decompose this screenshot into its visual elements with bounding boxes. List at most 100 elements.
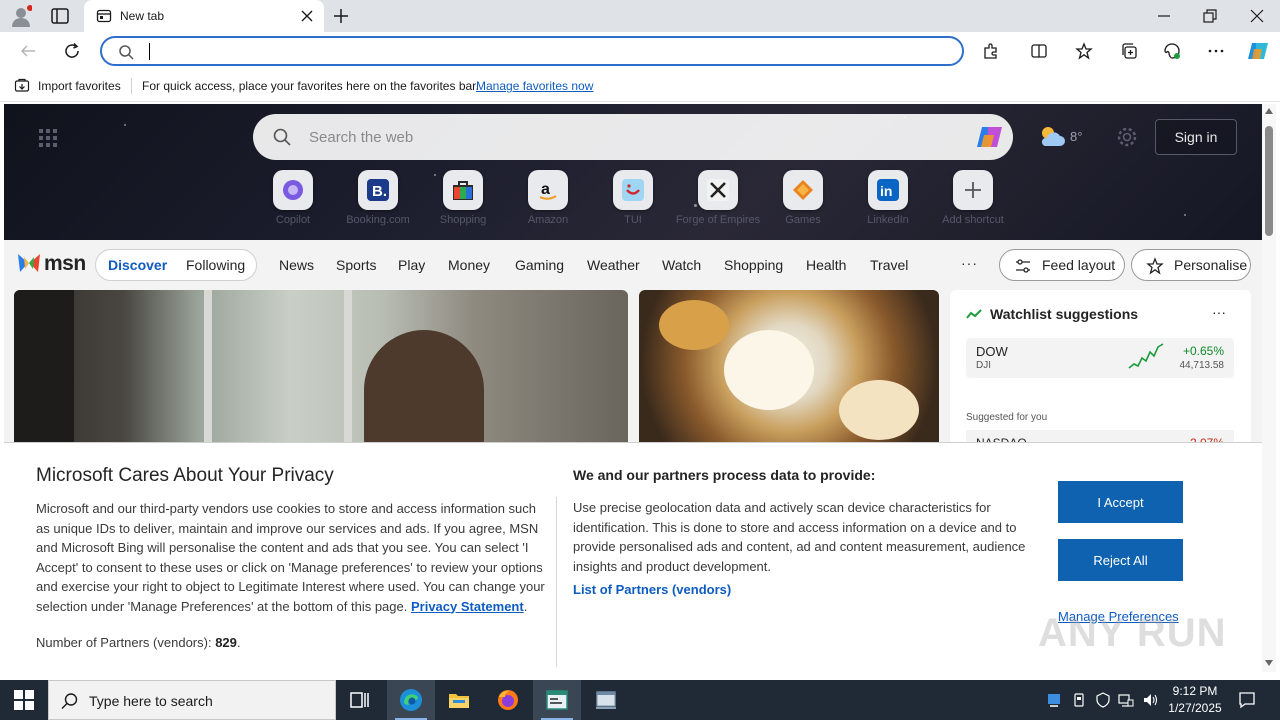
taskbar-search-placeholder: Type here to search [89, 693, 213, 709]
favorites-bar-message: For quick access, place your favorites h… [142, 79, 479, 93]
news-card-photo[interactable] [639, 290, 939, 450]
tab-discover[interactable]: Discover [108, 257, 167, 273]
refresh-icon[interactable] [63, 42, 81, 60]
privacy-statement-link[interactable]: Privacy Statement [411, 599, 524, 614]
web-search-box[interactable]: Search the web [253, 114, 1013, 160]
reject-all-button[interactable]: Reject All [1058, 539, 1183, 581]
svg-text:in: in [880, 183, 892, 199]
msn-butterfly-icon[interactable] [16, 251, 42, 275]
privacy-body: Microsoft and our third-party vendors us… [36, 501, 545, 614]
tab-actions-icon[interactable] [50, 6, 70, 26]
scroll-up-arrow-icon[interactable] [1265, 108, 1273, 114]
taskbar-window-app-2[interactable] [582, 680, 630, 720]
list-of-partners-link[interactable]: List of Partners (vendors) [573, 582, 731, 597]
category-weather[interactable]: Weather [587, 257, 640, 273]
quick-link-forge-of-empires[interactable] [698, 170, 738, 210]
security-shield-icon[interactable] [1095, 692, 1111, 708]
apps-grid-icon[interactable] [38, 128, 58, 148]
stock-change: +0.65% [1182, 344, 1224, 358]
more-categories-button[interactable]: ··· [961, 255, 978, 271]
tab-new-tab[interactable]: New tab [84, 0, 324, 32]
category-money[interactable]: Money [448, 257, 490, 273]
sign-in-button[interactable]: Sign in [1155, 119, 1237, 155]
network-display-icon[interactable] [1046, 692, 1062, 708]
taskbar-firefox[interactable] [484, 680, 532, 720]
scrollbar-thumb[interactable] [1265, 126, 1273, 236]
stock-row[interactable]: DOW DJI +0.65% 44,713.58 [966, 338, 1234, 378]
import-favorites-button[interactable]: Import favorites [38, 79, 121, 93]
sliders-icon [1016, 259, 1030, 273]
linkedin-icon: in [877, 179, 899, 201]
watchlist-more-button[interactable]: ··· [1212, 304, 1226, 320]
quick-link-shopping[interactable] [443, 170, 483, 210]
tab-following[interactable]: Following [186, 257, 245, 273]
msn-logo-text[interactable]: msn [44, 252, 86, 276]
scroll-down-arrow-icon[interactable] [1265, 660, 1273, 666]
category-play[interactable]: Play [398, 257, 425, 273]
wired-network-icon[interactable] [1118, 692, 1134, 708]
notification-center-icon[interactable] [1238, 691, 1256, 709]
quick-link-booking[interactable]: B. [358, 170, 398, 210]
category-shopping[interactable]: Shopping [724, 257, 783, 273]
news-card-photo[interactable] [14, 290, 628, 450]
taskbar-file-explorer[interactable] [435, 680, 483, 720]
application-window-icon [546, 690, 568, 710]
category-sports[interactable]: Sports [336, 257, 376, 273]
back-arrow-icon[interactable] [19, 42, 37, 60]
import-favorites-icon[interactable] [14, 78, 30, 94]
weather-cloud-icon[interactable] [1038, 124, 1066, 148]
favorites-divider [131, 78, 132, 94]
category-news[interactable]: News [279, 257, 314, 273]
sparkline-chart [1128, 343, 1164, 369]
quick-link-add[interactable] [953, 170, 993, 210]
taskbar-window-app[interactable] [533, 680, 581, 720]
quick-link-linkedin[interactable]: in [868, 170, 908, 210]
quick-link-amazon[interactable]: a [528, 170, 568, 210]
personalise-button[interactable]: Personalise [1131, 249, 1251, 281]
taskbar-search-box[interactable]: Type here to search [48, 680, 336, 720]
sparkle-star-icon [1146, 257, 1164, 275]
svg-text:a: a [541, 181, 550, 198]
usb-device-icon[interactable] [1071, 692, 1087, 708]
search-icon [61, 693, 78, 709]
new-tab-plus-icon[interactable] [332, 7, 350, 25]
privacy-body-text: Microsoft and our third-party vendors us… [36, 501, 545, 614]
accept-button[interactable]: I Accept [1058, 481, 1183, 523]
category-health[interactable]: Health [806, 257, 846, 273]
close-tab-icon[interactable] [300, 9, 314, 23]
gear-icon[interactable] [1116, 126, 1138, 148]
category-gaming[interactable]: Gaming [515, 257, 564, 273]
task-view-button[interactable] [336, 680, 384, 720]
quick-link-games[interactable] [783, 170, 823, 210]
game-icon [793, 180, 813, 200]
weather-temperature[interactable]: 8° [1070, 129, 1082, 144]
volume-speaker-icon[interactable] [1142, 692, 1158, 708]
address-input[interactable] [154, 42, 934, 62]
restore-icon[interactable] [1202, 8, 1218, 24]
quick-link-copilot[interactable] [273, 170, 313, 210]
taskbar-edge[interactable] [387, 680, 435, 720]
minimize-icon[interactable] [1156, 8, 1172, 24]
manage-favorites-link[interactable]: Manage favorites now [476, 79, 593, 93]
booking-icon: B. [367, 179, 389, 201]
page-scrollbar[interactable] [1262, 104, 1276, 672]
profile-icon[interactable] [10, 5, 32, 27]
browser-essentials-icon[interactable] [1163, 42, 1181, 60]
favorites-star-icon[interactable] [1075, 42, 1093, 60]
more-options-icon[interactable] [1207, 42, 1225, 60]
category-watch[interactable]: Watch [662, 257, 701, 273]
split-screen-icon[interactable] [1030, 42, 1048, 60]
windows-start-icon[interactable] [14, 690, 34, 710]
extensions-icon[interactable] [982, 42, 1000, 60]
system-clock[interactable]: 9:12 PM 1/27/2025 [1160, 683, 1230, 717]
copilot-icon[interactable] [1246, 39, 1270, 63]
collections-icon[interactable] [1120, 42, 1138, 60]
category-travel[interactable]: Travel [870, 257, 908, 273]
suggested-label: Suggested for you [966, 412, 1048, 423]
address-bar[interactable] [100, 36, 964, 66]
close-window-icon[interactable] [1249, 8, 1265, 24]
feed-layout-button[interactable]: Feed layout [999, 249, 1125, 281]
quick-link-tui[interactable] [613, 170, 653, 210]
copilot-icon[interactable] [975, 122, 1005, 152]
web-search-placeholder: Search the web [309, 129, 414, 146]
